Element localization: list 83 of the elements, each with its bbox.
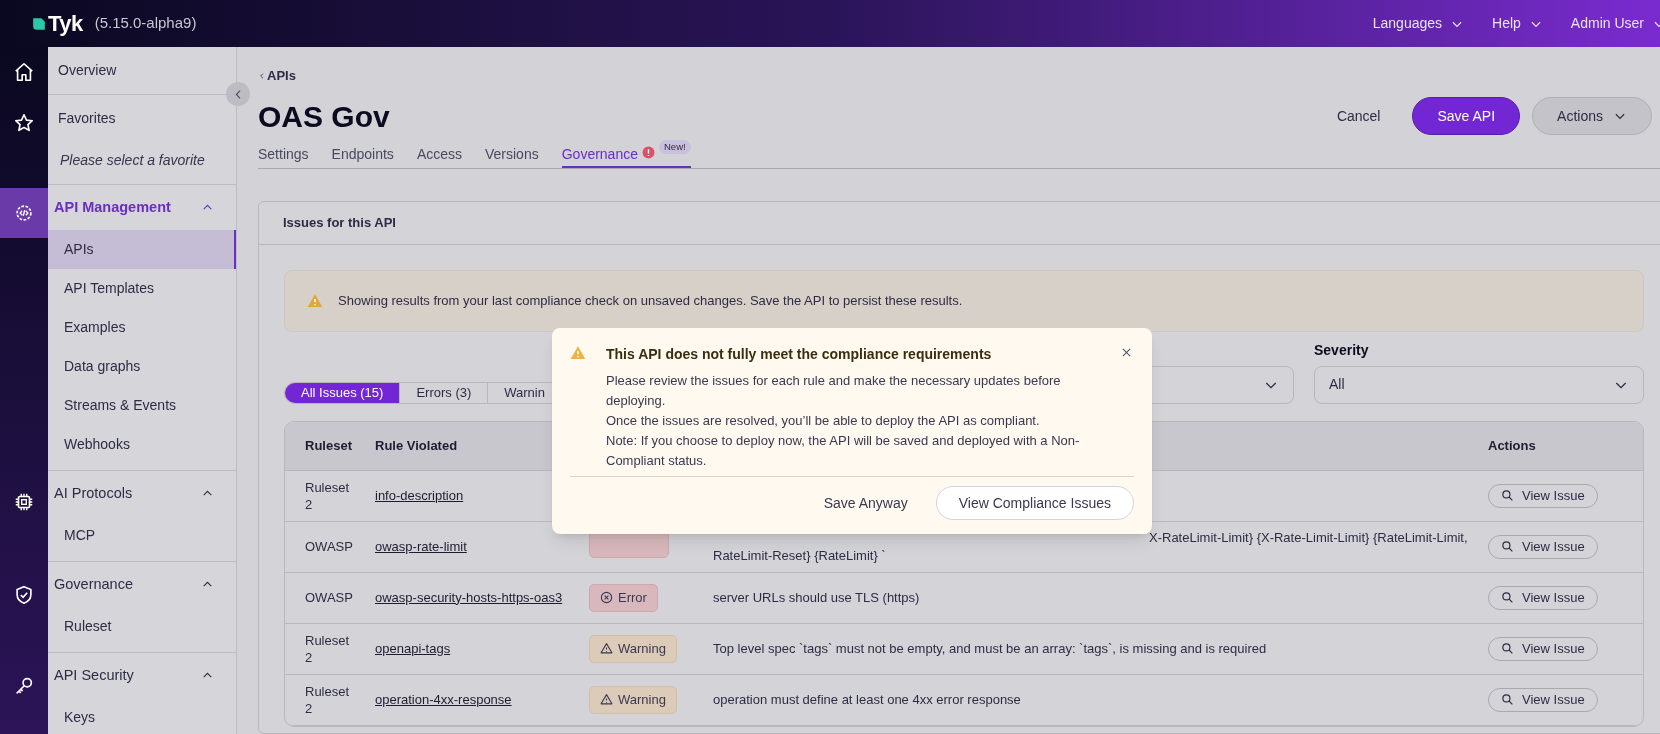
view-compliance-button[interactable]: View Compliance Issues xyxy=(935,486,1134,520)
column-header: Ruleset xyxy=(304,436,353,455)
sidebar-item[interactable]: Keys xyxy=(48,698,236,734)
error-badge: Error xyxy=(589,583,658,612)
logo-mark-icon xyxy=(32,16,46,31)
actions-button[interactable]: Actions xyxy=(1532,97,1652,135)
sidebar-item[interactable]: Webhooks xyxy=(48,425,236,464)
sidebar-item[interactable]: Ruleset xyxy=(48,607,236,646)
table-cell-text: OWASP xyxy=(304,589,354,606)
table-cell-text: OWASP xyxy=(304,538,354,555)
rule-link[interactable]: owasp-rate-limit xyxy=(375,538,467,554)
sidebar-item[interactable]: API Templates xyxy=(48,269,236,308)
save-button[interactable]: Save API xyxy=(1412,97,1521,135)
rule-link[interactable]: openapi-tags xyxy=(375,640,451,656)
error-icon xyxy=(600,591,613,604)
warning-icon xyxy=(570,345,586,361)
sidebar-item[interactable]: Examples xyxy=(48,308,236,347)
sidebar-item[interactable]: Favorites xyxy=(48,95,236,142)
shield-icon xyxy=(13,584,35,606)
sidebar-item[interactable]: Data graphs xyxy=(48,347,236,386)
notice-text: Showing results from your last compliance check on unsaved changes. Save the API to persist these results. xyxy=(338,291,963,310)
message-text: X-RateLimit-Limit} {X-Rate-Limit-Limit} {RateLimit-Limit, xyxy=(1149,528,1468,547)
save-anyway-button[interactable]: Save Anyway xyxy=(823,492,908,514)
column-header: Actions xyxy=(1488,436,1537,455)
table-cell-text: Ruleset 2 xyxy=(304,478,351,513)
back-link[interactable]: APIs xyxy=(258,66,296,86)
sidebar-item[interactable]: MCP xyxy=(48,516,236,555)
empty-note: Please select a favorite xyxy=(59,151,206,170)
message-text: server URLs should use TLS (https) xyxy=(713,588,920,607)
sidebar-group[interactable]: API Security xyxy=(48,653,236,698)
search-icon xyxy=(1501,642,1514,655)
tab[interactable]: Access xyxy=(416,139,462,168)
column-header: Rule Violated xyxy=(375,437,458,453)
dialog-text: Once the issues are resolved, you’ll be able to deploy the API as compliant. xyxy=(606,412,1041,430)
search-icon xyxy=(1501,540,1514,553)
logo-text: Tyk xyxy=(48,10,83,38)
rule-link[interactable]: info-description xyxy=(375,487,464,503)
tab[interactable]: Endpoints xyxy=(331,139,394,168)
dialog-text: Please review the issues for each rule and make the necessary updates before deploying. xyxy=(606,372,1062,410)
cancel-button[interactable]: Cancel xyxy=(1316,97,1401,135)
search-icon xyxy=(1501,591,1514,604)
chip-icon xyxy=(13,491,35,513)
warning-badge: Warning xyxy=(589,685,677,714)
warning-icon xyxy=(600,642,613,655)
severity-label: Severity xyxy=(1314,340,1370,360)
home-icon xyxy=(13,61,35,83)
tab[interactable]: Governance New! xyxy=(561,139,691,168)
message-text: operation must define at least one 4xx error response xyxy=(713,690,1021,709)
menu-button[interactable]: Languages xyxy=(1372,13,1465,34)
filter-tab[interactable]: All Issues (15) xyxy=(285,382,401,403)
severity-select[interactable]: All xyxy=(1314,365,1644,404)
card-title: Issues for this API xyxy=(283,213,396,232)
menu-button[interactable]: Admin User xyxy=(1570,13,1660,34)
gear-icon xyxy=(13,202,35,224)
dialog-text: Note: If you choose to deploy now, the API will be saved and deployed with a Non-Compliant status. xyxy=(606,432,1081,470)
version-text: (5.15.0-alpha9) xyxy=(94,13,197,34)
warning-badge: Warning xyxy=(589,634,677,663)
chevron-left-icon xyxy=(258,70,266,81)
menu-button[interactable]: Help xyxy=(1492,13,1543,34)
search-icon xyxy=(1501,693,1514,706)
sidebar-group[interactable]: Governance xyxy=(48,562,236,607)
page-title: OAS Gov xyxy=(258,98,390,135)
key-icon xyxy=(13,675,35,697)
rule-link[interactable]: owasp-security-hosts-https-oas3 xyxy=(375,589,563,605)
sidebar-group[interactable]: API Management xyxy=(48,185,236,230)
close-icon xyxy=(1120,346,1132,358)
sidebar-item[interactable]: Overview xyxy=(48,47,236,94)
tab[interactable]: Settings xyxy=(258,139,309,168)
table-cell-text: Ruleset 2 xyxy=(304,682,351,717)
sidebar-item[interactable]: Streams & Events xyxy=(48,386,236,425)
warning-icon xyxy=(600,693,613,706)
sidebar-group[interactable]: AI Protocols xyxy=(48,471,236,516)
message-text: RateLimit-Reset} {RateLimit} ` xyxy=(713,546,886,565)
table-cell-text: Ruleset 2 xyxy=(304,631,351,666)
warning-icon xyxy=(307,292,323,309)
dialog-title: This API does not fully meet the compliance requirements xyxy=(606,345,992,364)
rule-link[interactable]: operation-4xx-response xyxy=(375,691,512,707)
star-icon xyxy=(13,112,35,134)
message-text: Top level spec `tags` must not be empty, and must be an array: `tags`, is missing and is required xyxy=(713,639,1267,658)
search-icon xyxy=(1501,489,1514,502)
new-badge: New! xyxy=(659,139,691,154)
tab[interactable]: Versions xyxy=(485,139,539,168)
sidebar-item[interactable]: APIs xyxy=(48,230,236,269)
